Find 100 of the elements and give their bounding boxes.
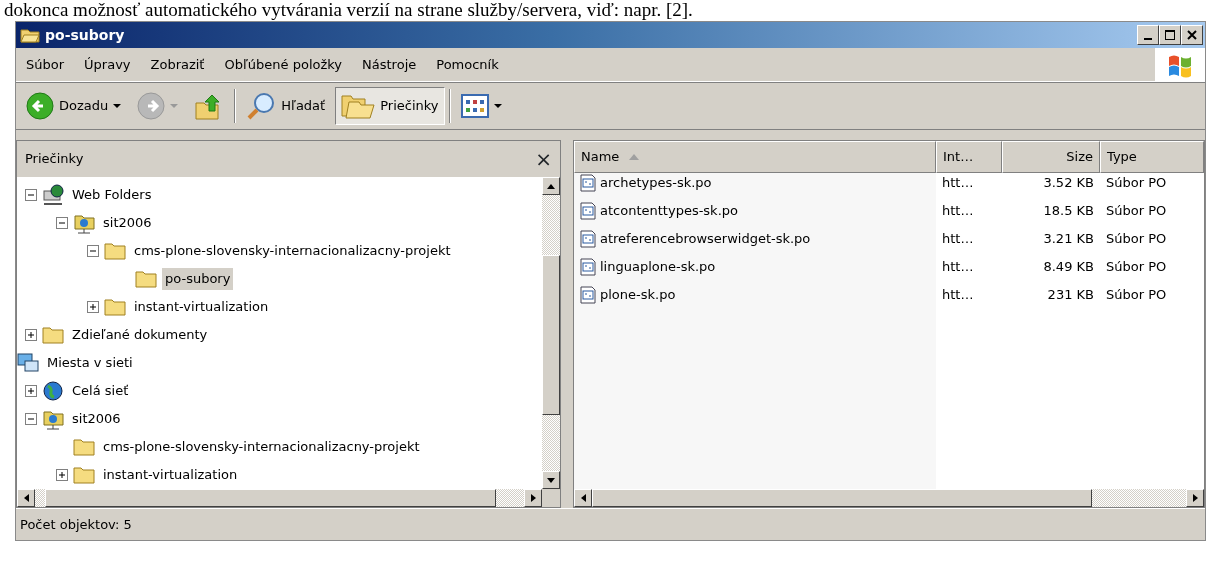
file-name[interactable]: linguaplone-sk.po xyxy=(600,257,716,277)
column-header[interactable]: Name xyxy=(574,141,936,173)
pane-title: Priečinky xyxy=(25,150,84,169)
folder-icon xyxy=(73,436,95,458)
folder-icon xyxy=(135,268,157,290)
menu-item[interactable]: Zobraziť xyxy=(140,54,215,75)
minimize-icon xyxy=(1144,38,1152,40)
tree-item[interactable]: Celá sieť xyxy=(69,380,132,402)
file-name[interactable]: archetypes-sk.po xyxy=(600,173,712,193)
arrow-icon xyxy=(580,494,586,502)
folder-icon xyxy=(104,296,126,318)
scroll-right-button[interactable] xyxy=(1186,489,1204,507)
table-cell-text: 3.52 KB xyxy=(1043,174,1094,193)
arrow-icon xyxy=(23,494,29,502)
menu-item[interactable]: Obľúbené položky xyxy=(214,54,353,75)
views-icon xyxy=(460,94,489,118)
folders-button[interactable]: Priečinky xyxy=(335,87,445,125)
scrollbar-corner xyxy=(542,489,560,507)
scroll-left-button[interactable] xyxy=(17,489,35,507)
folder-globe-icon xyxy=(42,408,64,430)
table-cell-text: Súbor PO xyxy=(1106,174,1167,193)
horizontal-scrollbar[interactable] xyxy=(574,489,1204,507)
caret-icon xyxy=(493,103,502,109)
menu-item[interactable]: Súbor xyxy=(16,54,75,75)
table-cell-text: 18.5 KB xyxy=(1043,202,1094,221)
scroll-up-button[interactable] xyxy=(542,177,560,195)
folder-icon xyxy=(20,27,40,43)
maximize-button[interactable] xyxy=(1159,25,1181,45)
file-name[interactable]: atcontenttypes-sk.po xyxy=(600,201,738,221)
tree-item[interactable]: sit2006 xyxy=(100,212,155,234)
table-cell-text: htt… xyxy=(942,258,974,277)
menu-item[interactable]: Úpravy xyxy=(74,54,141,75)
close-pane-button[interactable]: × xyxy=(535,144,552,174)
file-icon xyxy=(580,286,596,304)
expand-toggle-icon[interactable] xyxy=(87,245,99,257)
expand-toggle-icon[interactable] xyxy=(87,301,99,313)
minimize-button[interactable] xyxy=(1137,25,1159,45)
tree-item[interactable]: instant-virtualization xyxy=(131,296,272,318)
document-text: dokonca možnosť automatického vytvárania verzií na strane služby/servera, viď: napr. [2]. xyxy=(3,0,694,21)
expand-toggle-icon[interactable] xyxy=(25,189,37,201)
scroll-right-button[interactable] xyxy=(524,489,542,507)
scroll-left-button[interactable] xyxy=(574,489,592,507)
table-cell-text: 3.21 KB xyxy=(1043,230,1094,249)
table-cell-text: 8.49 KB xyxy=(1043,258,1094,277)
vertical-scrollbar[interactable] xyxy=(542,177,560,489)
expand-toggle-icon[interactable] xyxy=(25,413,37,425)
menu-item[interactable]: Nástroje xyxy=(352,54,427,75)
tree-item[interactable]: Miesta v sieti xyxy=(44,352,136,374)
table-cell-text: Súbor PO xyxy=(1106,230,1167,249)
scroll-down-button[interactable] xyxy=(542,471,560,489)
column-header[interactable]: Type xyxy=(1100,141,1204,173)
file-icon xyxy=(580,202,596,220)
sort-arrow-icon xyxy=(629,154,640,160)
search-icon xyxy=(246,91,277,121)
window-title: po-subory xyxy=(45,25,125,45)
tree-item[interactable]: sit2006 xyxy=(69,408,124,430)
file-icon xyxy=(580,230,596,248)
object-count: Počet objektov: 5 xyxy=(20,515,132,534)
expand-toggle-icon[interactable] xyxy=(25,329,37,341)
folder-icon xyxy=(42,324,64,346)
folder-globe-icon xyxy=(73,212,95,234)
folder-icon xyxy=(104,240,126,262)
arrow-icon xyxy=(547,477,555,483)
back-button[interactable]: Dozadu xyxy=(20,87,128,125)
column-header[interactable]: Size xyxy=(1002,141,1100,173)
file-icon xyxy=(580,174,596,192)
horizontal-scrollbar[interactable] xyxy=(17,489,560,507)
tree-item[interactable]: cms-plone-slovensky-internacionalizacny-projekt xyxy=(100,436,423,458)
close-button[interactable] xyxy=(1181,25,1203,45)
file-name[interactable]: atreferencebrowserwidget-sk.po xyxy=(600,229,811,249)
caret-icon xyxy=(113,103,122,109)
tree-item[interactable]: po-subory xyxy=(162,268,234,290)
table-cell-text: 231 KB xyxy=(1047,286,1094,305)
file-name[interactable]: plone-sk.po xyxy=(600,285,676,305)
arrow-icon xyxy=(547,183,555,189)
close-icon xyxy=(1186,29,1198,41)
table-cell-text: htt… xyxy=(942,286,974,305)
folder-icon xyxy=(73,464,95,486)
tree-item[interactable]: Zdieľané dokumenty xyxy=(69,324,211,346)
maximize-icon xyxy=(1164,29,1176,41)
network-computers-icon xyxy=(17,352,39,374)
table-cell-text: Súbor PO xyxy=(1106,286,1167,305)
network-computer-icon xyxy=(42,184,64,206)
expand-toggle-icon[interactable] xyxy=(25,385,37,397)
tree-item[interactable]: Web Folders xyxy=(69,184,155,206)
table-cell-text: Súbor PO xyxy=(1106,258,1167,277)
file-icon xyxy=(580,258,596,276)
globe-icon xyxy=(42,380,64,402)
arrow-icon xyxy=(1192,494,1198,502)
expand-toggle-icon[interactable] xyxy=(56,469,68,481)
column-header[interactable]: Int… xyxy=(936,141,1002,173)
menu-item[interactable]: Pomocník xyxy=(426,54,509,75)
expand-toggle-icon[interactable] xyxy=(56,217,68,229)
tree-item[interactable]: instant-virtualization xyxy=(100,464,241,486)
search-button[interactable]: Hľadať xyxy=(240,86,332,126)
arrow-icon xyxy=(530,494,536,502)
tree-item[interactable]: cms-plone-slovensky-internacionalizacny-projekt xyxy=(131,240,454,262)
table-cell-text: htt… xyxy=(942,230,974,249)
table-cell-text: htt… xyxy=(942,174,974,193)
table-cell-text: htt… xyxy=(942,202,974,221)
